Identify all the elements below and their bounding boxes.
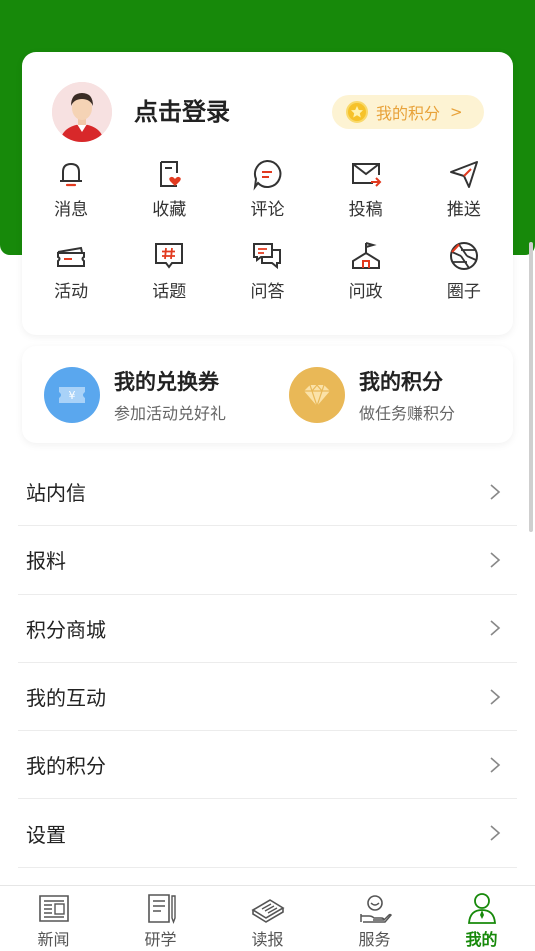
tab-read-paper[interactable]: 读报 <box>214 886 321 951</box>
service-hand-icon <box>359 895 392 923</box>
profile-card: 点击登录 我的积分 > 消息 收藏 评论 投稿 推送 活动 话题 问答 问政 圈… <box>22 52 513 335</box>
voucher-icon: ¥ <box>44 367 100 423</box>
menu-item-points-mall[interactable]: 积分商城 <box>18 595 517 663</box>
diamond-icon <box>289 367 345 423</box>
vouchers-title: 我的兑换券 <box>114 370 219 394</box>
chevron-right-icon <box>490 757 501 773</box>
menu-item-label: 设置 <box>26 822 66 847</box>
quick-action-push[interactable]: 推送 <box>415 157 513 239</box>
chevron-right-icon: > <box>450 103 463 121</box>
quick-action-label: 话题 <box>152 282 187 302</box>
quick-action-events[interactable]: 活动 <box>22 239 120 321</box>
tab-label: 服务 <box>358 930 391 949</box>
tab-label: 新闻 <box>37 930 70 949</box>
vouchers-subtitle: 参加活动兑好礼 <box>114 404 227 423</box>
newspaper-icon <box>38 895 69 922</box>
paper-plane-icon <box>449 161 478 188</box>
chevron-right-icon <box>490 688 501 705</box>
user-profile-icon <box>467 893 496 924</box>
government-building-icon <box>351 242 380 269</box>
quick-action-label: 收藏 <box>152 200 187 220</box>
quick-action-label: 活动 <box>54 282 89 302</box>
tab-label: 研学 <box>144 930 177 949</box>
qa-bubbles-icon <box>253 243 282 270</box>
aperture-icon <box>449 242 478 270</box>
chevron-right-icon <box>490 825 501 841</box>
quick-action-label: 投稿 <box>348 200 383 220</box>
chevron-right-icon <box>490 552 501 568</box>
menu-item-settings[interactable]: 设置 <box>18 799 517 868</box>
vouchers-entry[interactable]: ¥ 我的兑换券 参加活动兑好礼 <box>44 366 226 424</box>
quick-action-favorites[interactable]: 收藏 <box>120 157 218 239</box>
rewards-card: ¥ 我的兑换券 参加活动兑好礼 我的积分 做任务赚积分 <box>22 346 513 443</box>
hashtag-bubble-icon <box>155 243 184 269</box>
quick-action-label: 问政 <box>348 282 383 302</box>
tab-label: 读报 <box>251 930 284 949</box>
quick-action-messages[interactable]: 消息 <box>22 157 120 239</box>
quick-action-qa[interactable]: 问答 <box>218 239 316 321</box>
quick-action-label: 消息 <box>54 200 89 220</box>
tab-me[interactable]: 我的 <box>428 886 535 951</box>
quick-action-label: 推送 <box>446 200 481 220</box>
chevron-right-icon <box>490 484 501 500</box>
ticket-icon <box>57 246 86 267</box>
menu-item-label: 积分商城 <box>26 617 106 642</box>
points-pill-label: 我的积分 <box>376 104 441 123</box>
points-title: 我的积分 <box>359 370 443 394</box>
points-subtitle: 做任务赚积分 <box>359 404 456 423</box>
points-entry[interactable]: 我的积分 做任务赚积分 <box>289 366 455 424</box>
tab-label: 我的 <box>465 930 498 949</box>
quick-action-comments[interactable]: 评论 <box>218 157 316 239</box>
quick-action-label: 问答 <box>250 282 285 302</box>
quick-action-gov[interactable]: 问政 <box>317 239 415 321</box>
quick-action-submit[interactable]: 投稿 <box>317 157 415 239</box>
menu-item-tipoff[interactable]: 报料 <box>18 526 517 595</box>
avatar[interactable] <box>52 82 112 142</box>
login-link[interactable]: 点击登录 <box>134 92 230 127</box>
menu-item-label: 我的互动 <box>26 686 106 711</box>
settings-menu: 站内信 报料 积分商城 我的互动 我的积分 设置 <box>18 458 517 868</box>
quick-action-topics[interactable]: 话题 <box>120 239 218 321</box>
comment-bubble-icon <box>254 159 282 191</box>
avatar-person-icon <box>52 82 112 142</box>
notebook-pen-icon <box>147 894 176 924</box>
quick-action-label: 评论 <box>250 200 285 220</box>
scrollbar[interactable] <box>529 242 533 532</box>
coin-icon <box>346 101 368 123</box>
menu-item-interactions[interactable]: 我的互动 <box>18 663 517 732</box>
svg-text:¥: ¥ <box>69 389 76 402</box>
tab-news[interactable]: 新闻 <box>0 886 107 951</box>
folded-paper-icon <box>250 899 285 923</box>
menu-item-inbox[interactable]: 站内信 <box>18 458 517 527</box>
chevron-right-icon <box>490 620 501 636</box>
tab-study[interactable]: 研学 <box>107 886 214 951</box>
mail-send-icon <box>351 163 382 187</box>
favorite-heart-icon <box>160 161 182 187</box>
quick-action-circles[interactable]: 圈子 <box>415 239 513 321</box>
menu-item-my-points[interactable]: 我的积分 <box>18 731 517 800</box>
bottom-tab-bar: 新闻 研学 读报 服务 我的 <box>0 885 535 951</box>
quick-actions-grid: 消息 收藏 评论 投稿 推送 活动 话题 问答 问政 圈子 <box>22 157 513 321</box>
menu-item-label: 站内信 <box>26 481 86 506</box>
menu-item-label: 我的积分 <box>26 754 106 779</box>
bell-icon <box>60 162 83 187</box>
quick-action-label: 圈子 <box>446 282 481 302</box>
tab-service[interactable]: 服务 <box>321 886 428 951</box>
menu-item-label: 报料 <box>26 549 66 574</box>
points-pill-button[interactable]: 我的积分 > <box>332 95 484 129</box>
